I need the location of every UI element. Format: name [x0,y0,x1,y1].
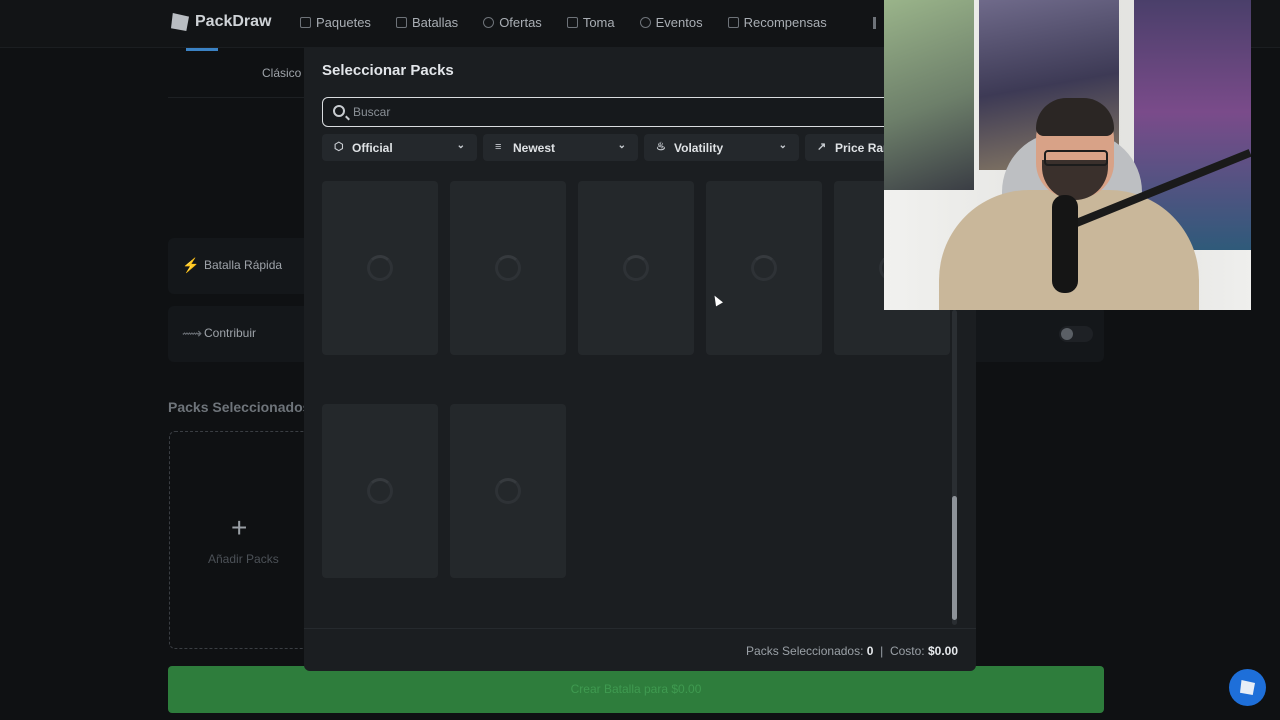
pack-card-loading[interactable] [450,181,566,355]
swords-icon [395,17,407,28]
row-label: Contribuir [204,326,257,340]
chevron-down-icon: ⌄ [456,140,465,151]
loading-spinner-icon [495,478,521,504]
select-packs-modal: Seleccionar Packs ⬡ Official ⌄ ≡ Newest … [304,48,976,671]
package-icon [300,17,311,28]
contribuir-toggle[interactable] [1059,326,1093,342]
chevron-down-icon: ⌄ [778,140,787,151]
search-box[interactable] [322,97,962,127]
loading-spinner-icon [367,255,393,281]
packdraw-logo-icon [171,13,189,31]
add-packs-label: Añadir Packs [208,552,279,566]
nav-item-ofertas[interactable]: Ofertas [483,15,542,30]
packs-selected-label: Packs Seleccionados: [746,644,864,658]
nav-item-label: Toma [582,15,615,30]
tab-clasico[interactable]: Clásico [262,66,301,80]
tag-icon [483,17,495,28]
pack-card-loading[interactable] [322,404,438,578]
flame-icon: ♨ [656,141,666,153]
handshake-icon: ⟿ [182,325,203,341]
speaker-icon[interactable] [873,17,881,29]
nav-item-paquetes[interactable]: Paquetes [300,15,371,30]
pack-card-loading[interactable] [322,181,438,355]
webcam-overlay [884,0,1251,310]
glasses [1044,150,1108,166]
gift-icon [727,17,739,28]
cost-label: Costo: [889,644,925,658]
logo[interactable]: PackDraw [171,13,272,31]
streamer-hair [1036,98,1114,136]
sliders-icon: ≡ [495,141,502,153]
pack-card-loading[interactable] [450,404,566,578]
nav-item-label: Batallas [411,15,459,30]
nav-item-eventos[interactable]: Eventos [639,15,703,30]
loading-spinner-icon [751,255,777,281]
packs-selected-heading: Packs Seleccionados [168,399,311,415]
flame-icon [639,17,651,28]
pack-card-loading[interactable] [578,181,694,355]
filter-label: Price Ran [835,141,891,155]
nav-item-label: Eventos [655,15,703,30]
modal-footer: Packs Seleccionados: 0 | Costo: $0.00 [304,628,976,671]
filter-newest[interactable]: ≡ Newest ⌄ [483,134,638,161]
cost-value: $0.00 [927,644,958,658]
chat-icon [1240,680,1255,695]
cube-icon: ⬡ [334,141,344,153]
pack-card-loading[interactable] [706,181,822,355]
loading-spinner-icon [367,478,393,504]
separator: | [880,644,884,658]
add-packs-button[interactable]: + Añadir Packs [169,431,313,649]
logo-text: PackDraw [195,13,272,30]
scrollbar[interactable] [952,310,957,625]
search-icon [333,105,345,117]
filter-label: Newest [513,141,556,155]
loading-spinner-icon [623,255,649,281]
loading-spinner-icon [495,255,521,281]
filter-label: Official [352,141,393,155]
modal-title: Seleccionar Packs [322,62,454,79]
wall-painting [884,0,974,190]
trending-up-icon: ↗ [817,141,827,153]
plus-icon: + [231,512,248,543]
create-battle-button[interactable]: Crear Batalla para $0.00 [168,666,1104,713]
scrollbar-thumb[interactable] [952,496,957,620]
filter-label: Volatility [674,141,724,155]
nav-item-batallas[interactable]: Batallas [395,15,459,30]
toggle-knob [1061,328,1073,340]
nav-item-recompensas[interactable]: Recompensas [727,15,827,30]
edit-icon [566,17,578,28]
filter-bar: ⬡ Official ⌄ ≡ Newest ⌄ ♨ Volatility ⌄ ↗… [322,134,960,161]
microphone [1052,195,1078,293]
help-chat-button[interactable] [1229,669,1266,706]
nav-menu: Paquetes Batallas Ofertas Toma Eventos R… [300,15,827,30]
nav-item-label: Paquetes [316,15,371,30]
search-input[interactable] [353,100,953,124]
filter-volatility[interactable]: ♨ Volatility ⌄ [644,134,799,161]
nav-item-label: Recompensas [743,15,827,30]
chevron-down-icon: ⌄ [617,140,626,151]
nav-item-label: Ofertas [499,15,542,30]
filter-official[interactable]: ⬡ Official ⌄ [322,134,477,161]
packs-selected-count: 0 [866,644,874,658]
lightning-icon: ⚡ [182,257,200,273]
row-label: Batalla Rápida [204,258,283,272]
selection-summary: Packs Seleccionados: 0 | Costo: $0.00 [746,644,958,658]
nav-item-toma[interactable]: Toma [566,15,615,30]
